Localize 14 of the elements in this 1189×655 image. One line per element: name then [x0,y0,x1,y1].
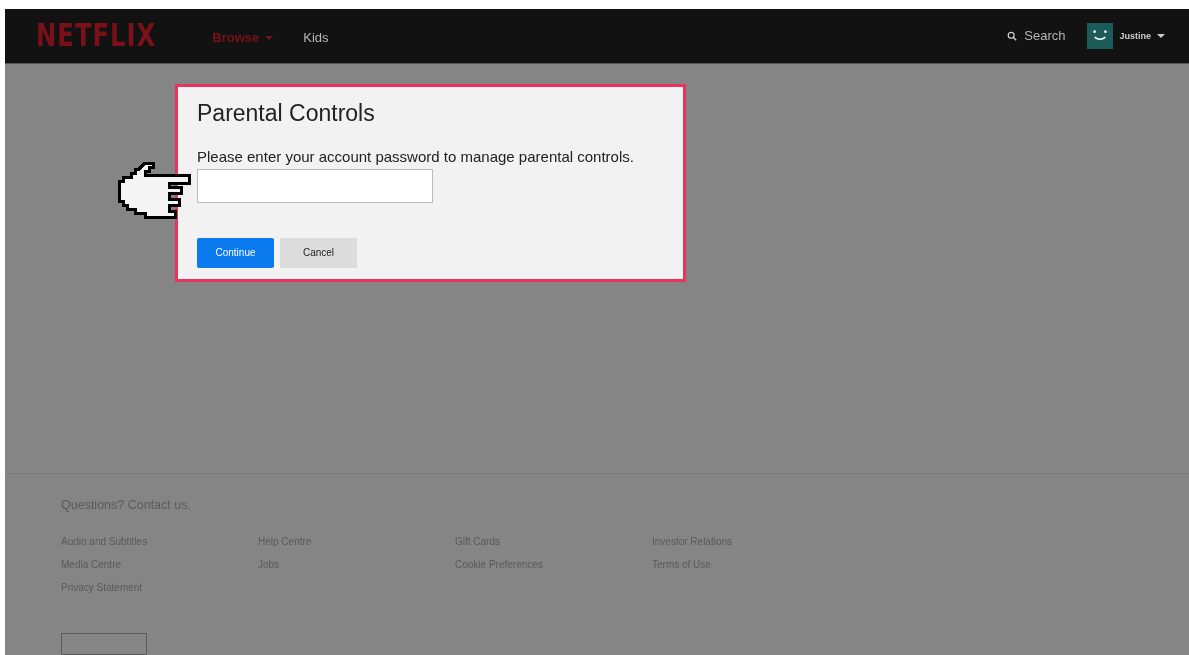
profile-menu[interactable]: Justine [1087,22,1165,49]
logo[interactable]: NETFLIX [36,18,157,54]
search-link[interactable]: Search [1007,28,1066,44]
search-icon [1007,30,1018,41]
prompt-text: Please enter your account password to manage parental controls. [197,147,635,165]
nav-link[interactable]: Kids [303,30,329,46]
password-field[interactable] [197,168,433,203]
cancel-button[interactable]: Cancel [280,237,357,268]
footer-selector[interactable] [61,633,147,655]
continue-button[interactable]: Continue [197,237,274,268]
caret-icon [1157,33,1165,38]
dialog-title: Parental Controls [197,99,376,127]
nav-link[interactable]: Browse [212,30,274,46]
smiley-avatar-icon [1087,22,1114,49]
